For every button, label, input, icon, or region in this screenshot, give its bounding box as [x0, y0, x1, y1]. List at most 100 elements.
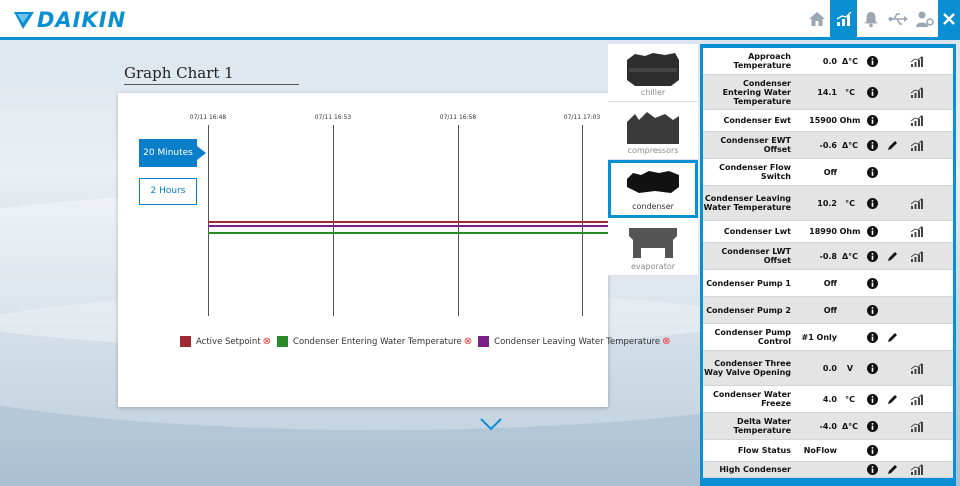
info-icon[interactable]	[863, 464, 881, 475]
parameter-unit: °C	[845, 87, 855, 97]
component-label: chiller	[640, 88, 666, 97]
edit-pencil-icon[interactable]	[881, 251, 903, 262]
parameter-row[interactable]: Condenser Lwt 18990 Ohm	[703, 221, 953, 243]
trend-graph-icon[interactable]	[903, 362, 929, 374]
home-icon[interactable]	[803, 0, 830, 37]
parameter-name: Condenser Pump 2	[706, 305, 791, 315]
component-label: evaporator	[630, 262, 676, 271]
bell-icon[interactable]	[857, 0, 884, 37]
trend-graph-icon[interactable]	[903, 393, 929, 405]
component-chiller[interactable]: chiller	[608, 44, 698, 102]
series-line-condenser-leaving-water	[208, 225, 608, 227]
parameter-row[interactable]: Condenser Flow Switch Off	[703, 159, 953, 186]
evaporator-image	[629, 228, 677, 258]
info-icon[interactable]	[863, 139, 881, 151]
parameter-row[interactable]: Condenser Water Freeze 4.0 °C	[703, 386, 953, 413]
parameter-row[interactable]: Flow Status NoFlow	[703, 440, 953, 462]
edit-pencil-icon[interactable]	[881, 464, 903, 475]
edit-pencil-icon[interactable]	[881, 394, 903, 405]
parameter-row[interactable]: Delta Water Temperature -4.0 Δ°C	[703, 413, 953, 440]
trend-graph-icon[interactable]	[903, 139, 929, 151]
trend-graph-icon[interactable]	[903, 55, 929, 67]
range-2-hours-button[interactable]: 2 Hours	[139, 178, 197, 205]
component-condenser[interactable]: condenser	[608, 160, 698, 218]
info-icon[interactable]	[863, 197, 881, 209]
condenser-image	[627, 171, 679, 193]
info-icon[interactable]	[863, 420, 881, 432]
info-icon[interactable]	[863, 115, 881, 126]
trend-graph-icon[interactable]	[903, 115, 929, 126]
info-icon[interactable]	[863, 331, 881, 343]
parameter-row[interactable]: Condenser Entering Water Temperature 14.1…	[703, 75, 953, 110]
parameter-value: -0.6	[819, 140, 838, 150]
info-icon[interactable]	[863, 304, 881, 316]
trend-graph-icon[interactable]	[903, 464, 929, 475]
parameter-name: Condenser Entering Water Temperature	[722, 78, 791, 106]
close-icon[interactable]	[938, 0, 960, 37]
info-icon[interactable]	[863, 445, 881, 456]
info-icon[interactable]	[863, 226, 881, 237]
trend-graph-icon[interactable]	[903, 420, 929, 432]
parameter-unit: Δ°C	[841, 56, 859, 66]
parameter-row[interactable]: Condenser Ewt 15900 Ohm	[703, 110, 953, 132]
trend-chart-icon[interactable]	[830, 0, 857, 37]
parameter-row[interactable]: Condenser Three Way Valve Opening 0.0 V	[703, 351, 953, 386]
component-evaporator[interactable]: evaporator	[608, 218, 698, 276]
remove-series-icon[interactable]: ⊗	[263, 336, 271, 347]
parameter-value: 18990	[809, 227, 837, 236]
parameter-row[interactable]: High Condenser	[703, 462, 953, 478]
parameter-value: 0.0	[822, 363, 837, 373]
parameter-name: Condenser LWT Offset	[721, 247, 791, 265]
trend-graph-icon[interactable]	[903, 250, 929, 262]
chart-legend: Active Setpoint ⊗ Condenser Entering Wat…	[180, 336, 677, 347]
edit-pencil-icon[interactable]	[881, 332, 903, 343]
remove-series-icon[interactable]: ⊗	[662, 336, 670, 347]
legend-swatch	[180, 336, 191, 347]
time-label: 07/11 16:53	[314, 114, 352, 121]
info-icon[interactable]	[863, 166, 881, 178]
component-label: compressors	[627, 146, 679, 155]
parameter-value: Off	[823, 305, 837, 315]
series-line-active-setpoint	[208, 221, 608, 223]
usb-icon[interactable]	[884, 0, 911, 37]
info-icon[interactable]	[863, 277, 881, 289]
parameter-row[interactable]: Condenser Pump 1 Off	[703, 270, 953, 297]
range-20-minutes-button[interactable]: 20 Minutes	[139, 139, 206, 167]
parameter-unit: Ohm	[839, 116, 861, 125]
edit-pencil-icon[interactable]	[881, 140, 903, 151]
info-icon[interactable]	[863, 250, 881, 262]
parameter-row[interactable]: Approach Temperature 0.0 Δ°C	[703, 48, 953, 75]
remove-series-icon[interactable]: ⊗	[464, 336, 472, 347]
top-toolbar	[803, 0, 960, 37]
trend-graph-icon[interactable]	[903, 226, 929, 237]
parameter-unit: °C	[845, 394, 855, 404]
parameter-name: Delta Water Temperature	[733, 417, 791, 435]
parameter-unit: Δ°C	[841, 140, 859, 150]
parameter-value: -0.8	[819, 251, 838, 261]
time-label: 07/11 17:03	[563, 114, 601, 121]
trend-graph-icon[interactable]	[903, 197, 929, 209]
trend-graph-icon[interactable]	[903, 86, 929, 98]
parameter-name: Condenser Water Freeze	[713, 390, 791, 408]
chevron-down-icon[interactable]	[479, 416, 503, 435]
parameter-row[interactable]: Condenser Pump Control #1 Only	[703, 324, 953, 351]
parameter-unit: Δ°C	[841, 421, 859, 431]
legend-label: Active Setpoint	[196, 336, 261, 347]
legend-swatch	[277, 336, 289, 347]
info-icon[interactable]	[863, 55, 881, 67]
daikin-logo-icon	[14, 12, 34, 29]
parameter-row[interactable]: Condenser Pump 2 Off	[703, 297, 953, 324]
user-settings-icon[interactable]	[911, 0, 938, 37]
info-icon[interactable]	[863, 86, 881, 98]
time-label: 07/11 16:58	[439, 114, 477, 121]
parameter-row[interactable]: Condenser EWT Offset -0.6 Δ°C	[703, 132, 953, 159]
parameter-row[interactable]: Condenser LWT Offset -0.8 Δ°C	[703, 243, 953, 270]
info-icon[interactable]	[863, 362, 881, 374]
parameter-name: Condenser EWT Offset	[720, 136, 791, 154]
info-icon[interactable]	[863, 393, 881, 405]
component-compressors[interactable]: compressors	[608, 102, 698, 160]
parameter-row[interactable]: Condenser Leaving Water Temperature 10.2 °…	[703, 186, 953, 221]
parameter-unit: Δ°C	[841, 251, 859, 261]
compressors-image	[627, 112, 679, 144]
parameter-name: Condenser Ewt	[723, 116, 791, 125]
